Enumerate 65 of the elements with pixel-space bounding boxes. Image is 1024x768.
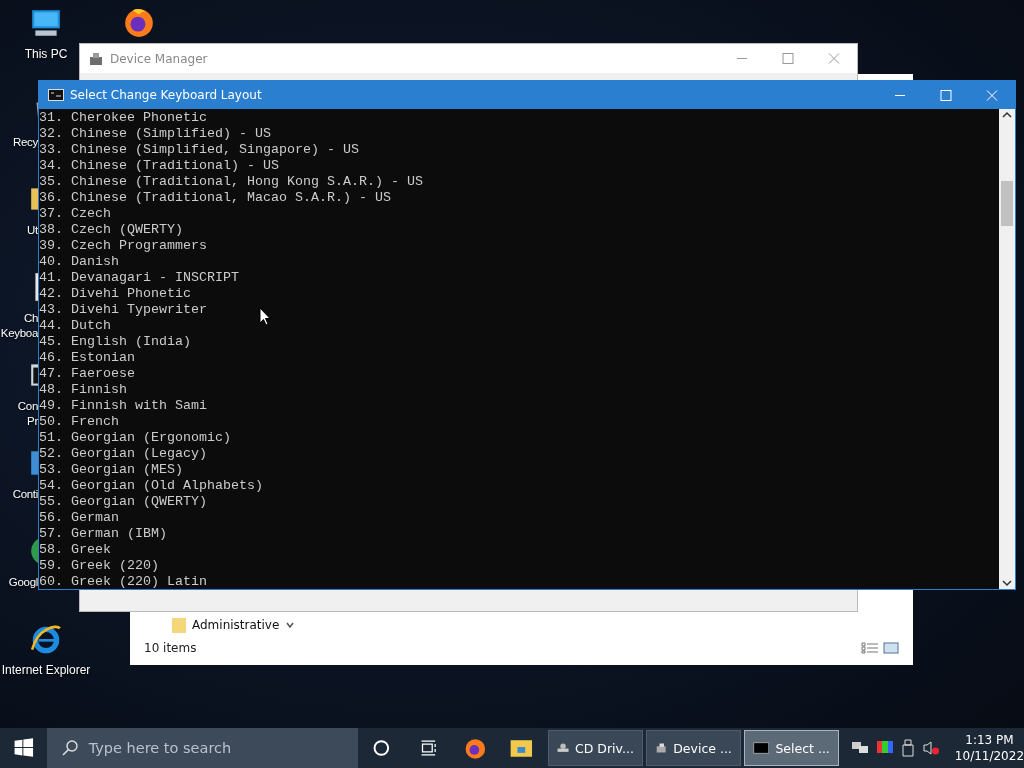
taskbar-button[interactable]: Select ...: [743, 730, 839, 766]
device-icon: [88, 50, 104, 67]
icon-label: Internet Explorer: [1, 663, 91, 678]
console-line: 59. Greek (220): [39, 558, 159, 574]
console-line: 52. Georgian (Legacy): [39, 446, 207, 462]
console-line: 42. Divehi Phonetic: [39, 286, 191, 302]
taskbar-button[interactable]: Device ...: [645, 730, 741, 766]
console-line: 33. Chinese (Simplified, Singapore) - US: [39, 142, 359, 158]
console-line: 47. Faeroese: [39, 366, 135, 382]
clock-time[interactable]: 1:13 PM: [965, 732, 1014, 748]
mouse-cursor-icon: [259, 307, 271, 326]
clock-date[interactable]: 10/11/2022: [954, 748, 1024, 764]
console-line: 34. Chinese (Traditional) - US: [39, 158, 279, 174]
console-line: 43. Divehi Typewriter: [39, 302, 207, 318]
search-icon: [60, 739, 79, 757]
color-display-icon[interactable]: [875, 740, 894, 756]
console-icon: [752, 739, 770, 757]
console-line: 32. Chinese (Simplified) - US: [39, 126, 271, 142]
icon-label: Con: [17, 399, 38, 414]
search-field[interactable]: Type here to search: [46, 728, 359, 768]
icon-label: Ut: [27, 223, 38, 238]
console-line: 40. Danish: [39, 254, 119, 270]
icon-label: Conti: [12, 487, 38, 502]
icon-label: This PC: [24, 47, 68, 62]
console-line: 58. Greek: [39, 542, 111, 558]
console-line: 49. Finnish with Sami: [39, 398, 207, 414]
window-title: Device Manager: [110, 51, 209, 66]
console-line: 35. Chinese (Traditional, Hong Kong S.A.R.) - US: [39, 174, 423, 190]
icon-label: Pr: [27, 414, 38, 429]
console-icon: [48, 89, 64, 101]
icon-label: Keyboa: [0, 326, 38, 341]
icon-label: Googl: [8, 575, 38, 590]
console-line: 60. Greek (220) Latin: [39, 574, 207, 590]
folder-icon: [172, 617, 186, 633]
muted-speaker-icon[interactable]: [921, 740, 940, 756]
taskbar-button[interactable]: CD Driv...: [547, 730, 643, 766]
console-line: 57. German (IBM): [39, 526, 167, 542]
window-title: Select Change Keyboard Layout: [70, 88, 263, 102]
network-icon[interactable]: [850, 740, 869, 756]
item-count: 10 items: [144, 641, 197, 655]
scroll-down-icon[interactable]: [999, 577, 1015, 589]
console-line: 55. Georgian (QWERTY): [39, 494, 207, 510]
console-line: 50. French: [39, 414, 119, 430]
details-view-icon[interactable]: [861, 642, 879, 654]
console-line: 56. German: [39, 510, 119, 526]
console-line: 45. English (India): [39, 334, 191, 350]
folder-label[interactable]: Administrative: [192, 618, 280, 632]
console-line: 37. Czech: [39, 206, 111, 222]
console-line: 39. Czech Programmers: [39, 238, 207, 254]
console-line: 36. Chinese (Traditional, Macao S.A.R.) - US: [39, 190, 391, 206]
usb-drive-icon[interactable]: [900, 739, 915, 757]
console-line: 51. Georgian (Ergonomic): [39, 430, 231, 446]
icon-label: Recy: [13, 135, 38, 150]
console-line: 31. Cherokee Phonetic: [39, 110, 207, 126]
scrollbar[interactable]: [999, 109, 1015, 589]
console-line: 48. Finnish: [39, 382, 127, 398]
console-line: 53. Georgian (MES): [39, 462, 183, 478]
scroll-thumb[interactable]: [1001, 181, 1013, 226]
console-line: 46. Estonian: [39, 350, 135, 366]
console-line: 54. Georgian (Old Alphabets): [39, 478, 263, 494]
console-line: 44. Dutch: [39, 318, 111, 334]
console-line: 38. Czech (QWERTY): [39, 222, 183, 238]
console-line: 41. Devanagari - INSCRIPT: [39, 270, 239, 286]
icon-label: Ch: [23, 311, 38, 326]
chevron-icon[interactable]: [285, 620, 296, 630]
